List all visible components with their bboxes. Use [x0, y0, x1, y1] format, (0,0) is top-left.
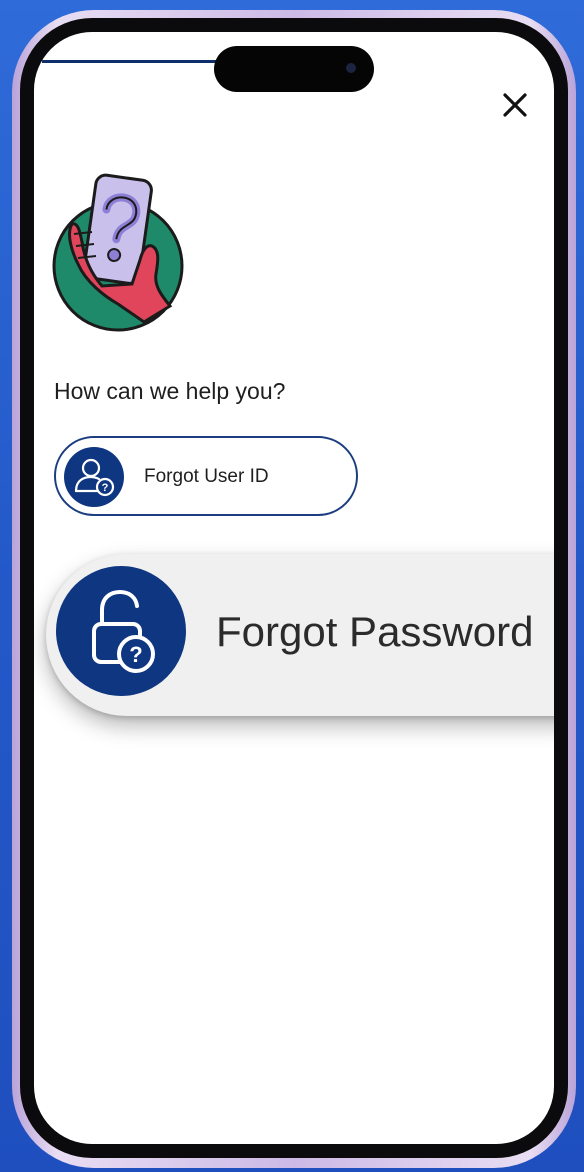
- forgot-user-id-button[interactable]: ? Forgot User ID: [54, 436, 358, 516]
- phone-question-illustration: [52, 172, 192, 332]
- svg-text:?: ?: [102, 482, 109, 494]
- help-title: How can we help you?: [54, 378, 286, 404]
- svg-text:?: ?: [129, 642, 142, 667]
- progress-indicator: [42, 60, 242, 63]
- app-screen: How can we help you? ? Forgot User ID ? …: [34, 32, 554, 1144]
- user-question-icon: ?: [64, 447, 124, 507]
- forgot-password-label: Forgot Password: [216, 608, 534, 655]
- forgot-user-id-label: Forgot User ID: [144, 466, 269, 487]
- forgot-password-button[interactable]: ? Forgot Password: [46, 554, 554, 716]
- close-icon: [503, 93, 527, 117]
- close-button[interactable]: [500, 90, 530, 120]
- dynamic-island: [214, 46, 374, 92]
- lock-question-icon: ?: [56, 566, 186, 696]
- camera-icon: [346, 63, 356, 73]
